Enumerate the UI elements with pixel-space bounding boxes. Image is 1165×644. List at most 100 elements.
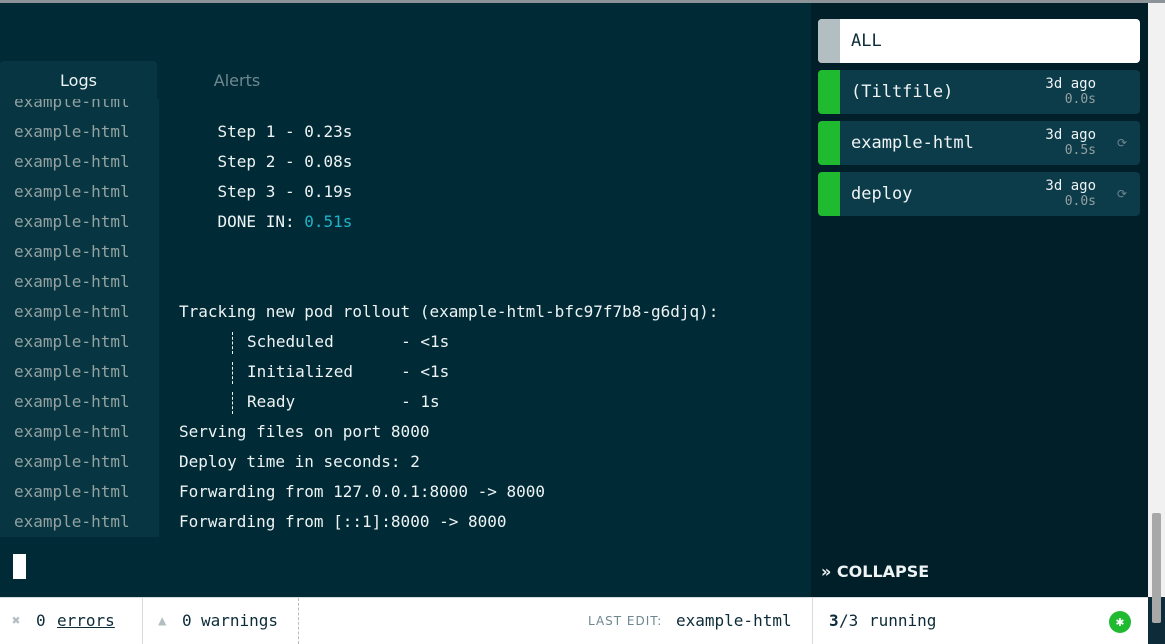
status-bar: ✖ 0 errors ▲ 0 warnings LAST EDIT: examp… (0, 597, 1148, 644)
log-source-name[interactable]: example-html (14, 237, 130, 267)
warnings-count: 0 (182, 611, 192, 630)
log-line: example-html (0, 267, 811, 297)
log-source-name[interactable]: example-html (14, 357, 130, 387)
resource-name: example-html (851, 133, 974, 153)
warning-triangle-icon: ▲ (158, 613, 167, 629)
log-line: example-html Initialized - <1s (0, 357, 811, 387)
resource-name: ALL (851, 31, 882, 51)
resource-name: (Tiltfile) (851, 82, 954, 102)
refresh-icon[interactable]: ⟳ (1117, 136, 1127, 150)
log-source-name[interactable]: example-html (14, 447, 130, 477)
tab-logs[interactable]: Logs (0, 61, 157, 101)
log-message: Scheduled - <1s (247, 332, 450, 351)
log-text: Tracking new pod rollout (example-html-b… (179, 297, 718, 327)
running-total: /3 (839, 611, 859, 630)
refresh-icon[interactable]: ⟳ (1117, 187, 1127, 201)
last-edit-label: LAST EDIT: (588, 614, 663, 628)
sidebar-item-resource[interactable]: deploy 3d ago 0.0s ⟳ (818, 172, 1140, 216)
warnings-label: warnings (201, 611, 279, 630)
collapse-label: COLLAPSE (836, 562, 930, 581)
log-source-name[interactable]: example-html (14, 177, 130, 207)
tree-guide (232, 361, 233, 384)
log-source-name[interactable]: example-html (14, 267, 130, 297)
running-label: running (869, 611, 937, 630)
status-indicator (818, 121, 840, 165)
log-source-name[interactable]: example-html (14, 507, 130, 537)
log-line: example-html (0, 99, 811, 117)
log-text: Step 1 - 0.23s (179, 117, 353, 147)
log-message: Deploy time in seconds: 2 (179, 452, 420, 471)
log-text: Serving files on port 8000 (179, 417, 429, 447)
terminal-cursor (13, 554, 26, 579)
log-source-name[interactable]: example-html (14, 147, 130, 177)
log-line: example-html Forwarding from [::1]:8000 -… (0, 507, 811, 537)
resource-sidebar: ALL (Tiltfile) 3d ago 0.0s example-html 3d a… (811, 3, 1148, 597)
log-line: example-html Scheduled - <1s (0, 327, 811, 357)
double-chevron-right-icon: » (821, 562, 832, 581)
tree-guide (232, 331, 233, 354)
log-line: example-html Tracking new pod rollout (ex… (0, 297, 811, 327)
last-edit-value: example-html (676, 611, 792, 630)
collapse-button[interactable]: » COLLAPSE (821, 562, 929, 581)
errors-section: ✖ 0 errors (0, 598, 143, 644)
log-text: DONE IN: 0.51s (179, 207, 353, 237)
warnings-section: ▲ 0 warnings (143, 598, 299, 644)
log-line: example-html Step 2 - 0.08s (0, 147, 811, 177)
log-source-name[interactable]: example-html (14, 387, 130, 417)
log-source-name[interactable]: example-html (14, 117, 130, 147)
log-message: Tracking new pod rollout (example-html-b… (179, 302, 719, 321)
sidebar-item-resource[interactable]: (Tiltfile) 3d ago 0.0s (818, 70, 1140, 114)
sidebar-item-resource[interactable]: example-html 3d ago 0.5s ⟳ (818, 121, 1140, 165)
log-source-name[interactable]: example-html (14, 207, 130, 237)
log-message: Serving files on port 8000 (179, 422, 430, 441)
sidebar-item-all[interactable]: ALL (818, 19, 1140, 63)
log-text: Forwarding from [::1]:8000 -> 8000 (179, 507, 507, 537)
log-source-name[interactable]: example-html (14, 99, 130, 117)
log-text: Ready - 1s (232, 387, 440, 417)
tree-guide (232, 391, 233, 414)
log-text: Deploy time in seconds: 2 (179, 447, 420, 477)
log-line: example-html Ready - 1s (0, 387, 811, 417)
log-source-name[interactable]: example-html (14, 477, 130, 507)
errors-count: 0 (36, 611, 46, 630)
log-source-name[interactable]: example-html (14, 297, 130, 327)
error-x-icon: ✖ (12, 613, 21, 629)
log-message: Initialized - <1s (247, 362, 450, 381)
log-line: example-html (0, 237, 811, 267)
status-indicator (818, 172, 840, 216)
log-message: DONE IN: (179, 212, 305, 231)
resource-name: deploy (851, 184, 913, 204)
log-highlight: 0.51s (304, 212, 353, 231)
scrollbar-thumb[interactable] (1152, 513, 1161, 623)
log-message: Step 3 - 0.19s (179, 182, 353, 201)
resource-updated-ago: 3d ago (1045, 178, 1096, 194)
log-output[interactable]: example-html example-html Step 1 - 0.23s e… (0, 99, 811, 537)
running-section: 3 /3 running (812, 598, 1149, 644)
resource-updated-ago: 3d ago (1045, 76, 1096, 92)
log-message: Step 2 - 0.08s (179, 152, 353, 171)
errors-link[interactable]: errors (57, 598, 115, 644)
log-message: Forwarding from 127.0.0.1:8000 -> 8000 (179, 482, 546, 501)
log-line: example-html Serving files on port 8000 (0, 417, 811, 447)
tab-alerts[interactable]: Alerts (157, 61, 317, 101)
log-line: example-html Deploy time in seconds: 2 (0, 447, 811, 477)
log-message: Ready - 1s (247, 392, 440, 411)
status-indicator (818, 70, 840, 114)
log-text: Step 3 - 0.19s (179, 177, 353, 207)
status-indicator (818, 19, 840, 63)
resource-updated-ago: 3d ago (1045, 127, 1096, 143)
log-message: Step 1 - 0.23s (179, 122, 353, 141)
log-line: example-html Forwarding from 127.0.0.1:80… (0, 477, 811, 507)
scrollbar[interactable] (1148, 3, 1165, 623)
log-line: example-html Step 3 - 0.19s (0, 177, 811, 207)
log-text: Initialized - <1s (232, 357, 449, 387)
log-line: example-html DONE IN: 0.51s (0, 207, 811, 237)
log-source-name[interactable]: example-html (14, 417, 130, 447)
log-message: Forwarding from [::1]:8000 -> 8000 (179, 512, 507, 531)
log-source-name[interactable]: example-html (14, 327, 130, 357)
log-text: Step 2 - 0.08s (179, 147, 353, 177)
log-tabs: Logs Alerts (0, 61, 811, 101)
log-text: Forwarding from 127.0.0.1:8000 -> 8000 (179, 477, 545, 507)
resource-build-duration: 0.0s (1064, 194, 1096, 209)
log-text: Scheduled - <1s (232, 327, 449, 357)
